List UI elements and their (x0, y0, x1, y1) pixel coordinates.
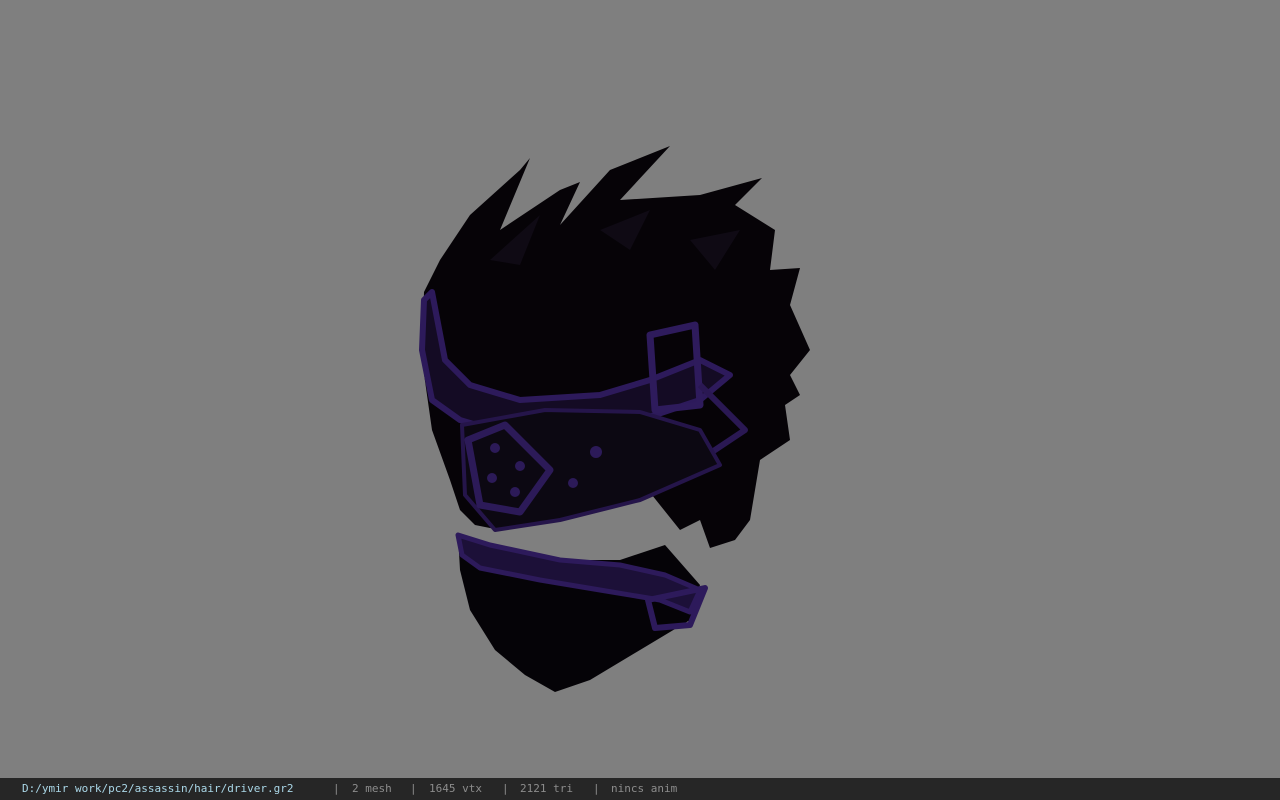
emblem-hole-2 (515, 461, 525, 471)
triangle-count: 2121 tri (520, 782, 573, 795)
separator: | (333, 782, 340, 795)
emblem-hole-3 (487, 473, 497, 483)
hair-mesh-model[interactable] (0, 0, 1280, 778)
vertex-count: 1645 vtx (429, 782, 482, 795)
rivet-2 (568, 478, 578, 488)
separator: | (593, 782, 600, 795)
emblem-hole-4 (510, 487, 520, 497)
file-path: D:/ymir work/pc2/assassin/hair/driver.gr… (22, 782, 294, 795)
separator: | (502, 782, 509, 795)
separator: | (410, 782, 417, 795)
3d-viewport[interactable] (0, 0, 1280, 778)
anim-status: nincs anim (611, 782, 678, 795)
emblem-hole-1 (490, 443, 500, 453)
rivet-1 (590, 446, 602, 458)
status-bar: D:/ymir work/pc2/assassin/hair/driver.gr… (0, 778, 1280, 800)
mesh-count: 2 mesh (352, 782, 392, 795)
